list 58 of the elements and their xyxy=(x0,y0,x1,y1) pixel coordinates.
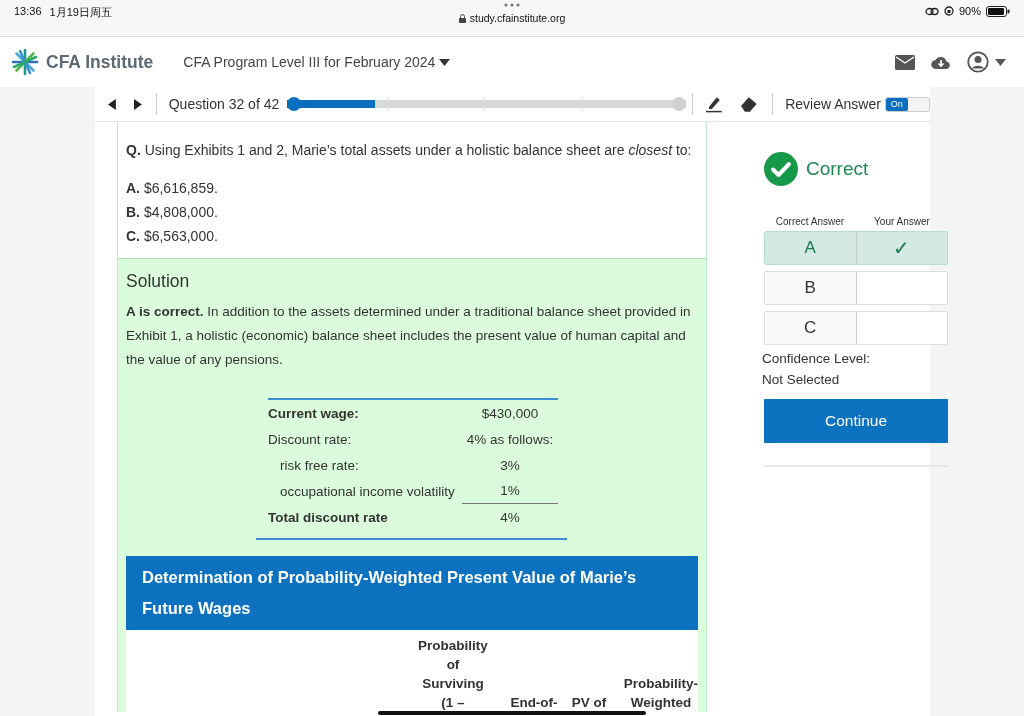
exhibit-label: Total discount rate xyxy=(268,509,389,525)
exhibit-label: Current wage: xyxy=(268,405,360,421)
next-arrow-icon[interactable] xyxy=(133,98,142,110)
column-header: Your Answer xyxy=(873,216,931,227)
exhibit-label: occupational income volatility xyxy=(279,483,456,499)
status-date: 1月19日周五 xyxy=(49,5,112,20)
mail-icon[interactable] xyxy=(895,54,915,70)
column-header: PV of xyxy=(571,695,607,710)
battery-percent: 90% xyxy=(958,5,981,17)
exhibit-value: $430,000 xyxy=(480,405,540,421)
logo-text[interactable]: CFA Institute xyxy=(46,51,154,73)
logo-icon[interactable] xyxy=(10,47,40,77)
caret-icon[interactable] xyxy=(995,58,1006,66)
status-time: 13:36 xyxy=(14,5,42,19)
user-avatar-icon[interactable] xyxy=(967,51,989,73)
cloud-download-icon[interactable] xyxy=(931,54,951,70)
column-header: Probability- Weighted xyxy=(623,676,698,710)
link-icon xyxy=(924,6,939,16)
column-header: Probability of Surviving (1 – xyxy=(418,638,488,710)
highlighter-icon[interactable] xyxy=(704,95,723,113)
table-cell-text: A xyxy=(803,237,817,259)
question-counter: Question 32 of 42 xyxy=(168,96,280,112)
continue-button[interactable]: Continue xyxy=(764,399,948,443)
review-answer-label: Review Answer xyxy=(785,96,881,112)
eraser-icon[interactable] xyxy=(740,96,759,112)
table-title: Determination of Probability-Weighted Present Value of Marie’s Future Wages xyxy=(126,556,698,630)
previous-arrow-icon[interactable] xyxy=(108,98,116,110)
url-text[interactable]: study.cfainstitute.org xyxy=(469,12,566,24)
caret-icon xyxy=(439,58,451,66)
progress-start-handle[interactable] xyxy=(287,97,302,111)
review-toggle[interactable]: On xyxy=(884,96,931,112)
answer-option: C. $6,563,000. xyxy=(126,228,698,252)
table-cell-text: C xyxy=(803,317,818,339)
confidence-value: Not Selected xyxy=(762,372,841,389)
exhibit-label: risk free rate: xyxy=(279,457,360,473)
more-icon[interactable] xyxy=(504,3,520,7)
progress-end-handle[interactable] xyxy=(671,97,686,111)
answer-option: A. $6,616,859. xyxy=(126,180,698,204)
lock-icon xyxy=(458,13,466,23)
rotation-lock-icon xyxy=(943,6,954,16)
battery-icon xyxy=(986,5,1010,17)
program-dropdown[interactable]: CFA Program Level III for February 2024 xyxy=(183,54,451,70)
table-cell: ✓ xyxy=(855,232,947,264)
exhibit-value: 4% as follows: xyxy=(465,431,555,447)
exhibit-value: 4% xyxy=(499,509,521,525)
column-header: End-of- xyxy=(510,695,558,710)
answer-option: B. $4,808,000. xyxy=(126,204,698,228)
solution-heading: Solution xyxy=(126,271,191,292)
result-status: Correct xyxy=(806,158,869,180)
check-circle-icon xyxy=(764,152,798,186)
exhibit-value: 1% xyxy=(462,478,558,504)
exhibit-label: Discount rate: xyxy=(268,431,353,447)
confidence-label: Confidence Level: xyxy=(762,351,872,368)
column-header: Correct Answer xyxy=(774,216,846,227)
exhibit-value: 3% xyxy=(499,457,521,473)
question-text: Q. Using Exhibits 1 and 2, Marie’s total assets under a holistic balance sheet are closest to: xyxy=(126,142,693,158)
table-cell-text: B xyxy=(803,277,817,299)
solution-text: A is correct. In addition to the assets determined under a traditional balance sheet provided in Exhibit 1, a holistic (economic) balance sheet includes the present value of human capital and the value of any pensions. xyxy=(126,303,692,369)
